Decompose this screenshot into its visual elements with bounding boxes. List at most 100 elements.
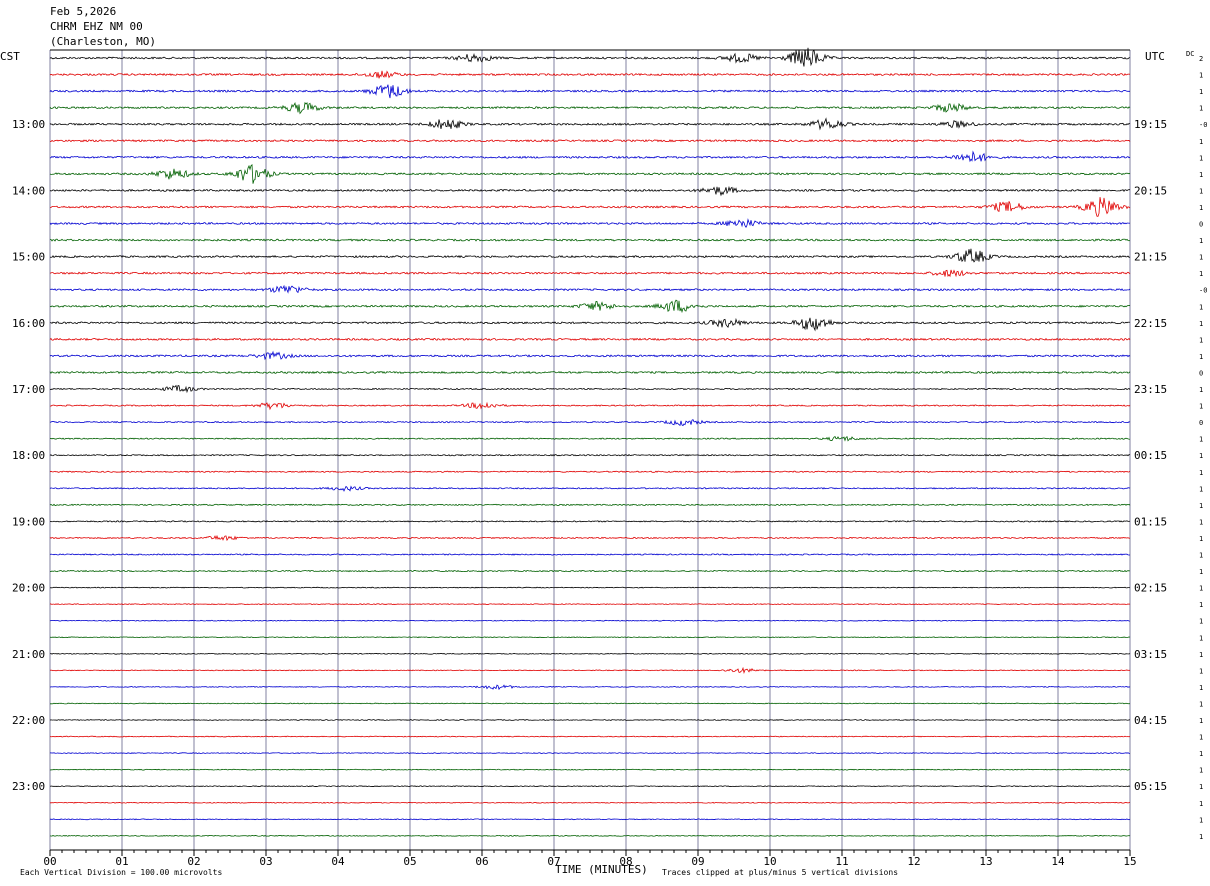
left-hour-label: 23:00 bbox=[12, 780, 45, 793]
dc-offset-value: 1 bbox=[1199, 336, 1203, 344]
trace-line bbox=[49, 586, 1131, 589]
dc-offset-value: 1 bbox=[1199, 552, 1203, 560]
dc-offset-value: 1 bbox=[1199, 204, 1203, 212]
dc-offset-value: 1 bbox=[1199, 767, 1203, 775]
dc-offset-value: 1 bbox=[1199, 270, 1203, 278]
trace-line bbox=[49, 284, 1131, 294]
trace-line bbox=[49, 401, 1131, 411]
time-labels: 13:00 14:00 15:00 16:00 17:00 18:00 19:00 20:00… bbox=[12, 55, 1207, 841]
trace-line bbox=[49, 801, 1131, 804]
trace-line bbox=[49, 735, 1131, 738]
x-tick-label: 01 bbox=[115, 855, 128, 868]
trace-line bbox=[49, 569, 1131, 573]
x-tick-label: 10 bbox=[763, 855, 776, 868]
dc-offset-value: 1 bbox=[1199, 386, 1203, 394]
trace-line bbox=[49, 702, 1131, 705]
trace-line bbox=[49, 470, 1131, 473]
trace-line bbox=[49, 485, 1131, 492]
dc-offset-value: 1 bbox=[1199, 154, 1203, 162]
trace-line bbox=[49, 454, 1131, 457]
header-location: (Charleston, MO) bbox=[50, 35, 156, 48]
trace-line bbox=[49, 603, 1131, 606]
footer-clip-note: Traces clipped at plus/minus 5 vertical … bbox=[662, 868, 898, 877]
trace-line bbox=[49, 384, 1131, 394]
dc-offset-value: -0 bbox=[1199, 287, 1207, 295]
trace-line bbox=[49, 101, 1131, 115]
dc-offset-value: 1 bbox=[1199, 518, 1203, 526]
trace-line bbox=[49, 317, 1131, 332]
right-hour-label: 20:15 bbox=[1134, 184, 1167, 197]
dc-offset-value: 1 bbox=[1199, 237, 1203, 245]
right-hour-label: 02:15 bbox=[1134, 582, 1167, 595]
trace-line bbox=[49, 752, 1131, 754]
dc-offset-value: 1 bbox=[1199, 667, 1203, 675]
trace-line bbox=[49, 652, 1131, 655]
left-hour-label: 20:00 bbox=[12, 582, 45, 595]
trace-line bbox=[49, 238, 1131, 242]
dc-offset-value: 0 bbox=[1199, 419, 1203, 427]
dc-offset-value: 1 bbox=[1199, 833, 1203, 841]
dc-offset-value: 2 bbox=[1199, 55, 1203, 63]
right-hour-label: 19:15 bbox=[1134, 118, 1167, 131]
x-tick-label: 09 bbox=[691, 855, 704, 868]
trace-line bbox=[49, 719, 1131, 721]
trace-line bbox=[49, 47, 1131, 67]
trace-line bbox=[49, 553, 1131, 556]
header-station: CHRM EHZ NM 00 bbox=[50, 20, 143, 33]
x-tick-label: 00 bbox=[43, 855, 56, 868]
right-hour-label: 22:15 bbox=[1134, 317, 1167, 330]
left-hour-label: 19:00 bbox=[12, 515, 45, 528]
trace-line bbox=[49, 435, 1131, 442]
dc-offset-value: 1 bbox=[1199, 535, 1203, 543]
header-date: Feb 5,2026 bbox=[50, 5, 116, 18]
trace-line bbox=[49, 785, 1131, 788]
dc-offset-value: 1 bbox=[1199, 403, 1203, 411]
traces bbox=[49, 47, 1131, 837]
dc-offset-value: 1 bbox=[1199, 88, 1203, 96]
trace-line bbox=[49, 534, 1131, 542]
x-tick-label: 11 bbox=[835, 855, 848, 868]
trace-line bbox=[49, 117, 1131, 131]
left-timezone-label: CST bbox=[0, 50, 20, 63]
dc-offset-value: 1 bbox=[1199, 187, 1203, 195]
trace-line bbox=[49, 150, 1131, 163]
left-hour-label: 14:00 bbox=[12, 184, 45, 197]
trace-line bbox=[49, 218, 1131, 228]
dc-offset-value: 1 bbox=[1199, 568, 1203, 576]
footer-scale-note: Each Vertical Division = 100.00 microvol… bbox=[20, 868, 222, 877]
dc-offset-value: 1 bbox=[1199, 651, 1203, 659]
right-hour-label: 21:15 bbox=[1134, 251, 1167, 264]
trace-line bbox=[49, 818, 1131, 821]
dc-offset-value: -0 bbox=[1199, 121, 1207, 129]
right-hour-label: 03:15 bbox=[1134, 648, 1167, 661]
right-hour-label: 00:15 bbox=[1134, 449, 1167, 462]
trace-line bbox=[49, 636, 1131, 639]
trace-line bbox=[49, 619, 1131, 622]
dc-offset-value: 1 bbox=[1199, 717, 1203, 725]
dc-offset-value: 1 bbox=[1199, 734, 1203, 742]
dc-offset-value: 1 bbox=[1199, 303, 1203, 311]
trace-line bbox=[49, 70, 1131, 79]
dc-offset-value: 1 bbox=[1199, 485, 1203, 493]
x-tick-label: 14 bbox=[1051, 855, 1065, 868]
trace-line bbox=[49, 337, 1131, 342]
left-hour-label: 13:00 bbox=[12, 118, 45, 131]
dc-offset-value: 1 bbox=[1199, 254, 1203, 262]
trace-line bbox=[49, 834, 1131, 837]
dc-offset-value: 0 bbox=[1199, 369, 1203, 377]
trace-line bbox=[49, 185, 1131, 197]
left-hour-label: 22:00 bbox=[12, 714, 45, 727]
right-timezone-label: UTC bbox=[1145, 50, 1165, 63]
dc-offset-value: 1 bbox=[1199, 700, 1203, 708]
right-hour-label: 01:15 bbox=[1134, 515, 1167, 528]
dc-offset-value: 1 bbox=[1199, 320, 1203, 328]
x-tick-label: 05 bbox=[403, 855, 416, 868]
x-tick-label: 03 bbox=[259, 855, 272, 868]
left-hour-label: 15:00 bbox=[12, 251, 45, 264]
dc-offset-value: 1 bbox=[1199, 502, 1203, 510]
trace-line bbox=[49, 768, 1131, 771]
trace-line bbox=[49, 419, 1131, 427]
dc-offset-value: 1 bbox=[1199, 783, 1203, 791]
trace-line bbox=[49, 370, 1131, 375]
dc-label: DC bbox=[1186, 50, 1194, 58]
